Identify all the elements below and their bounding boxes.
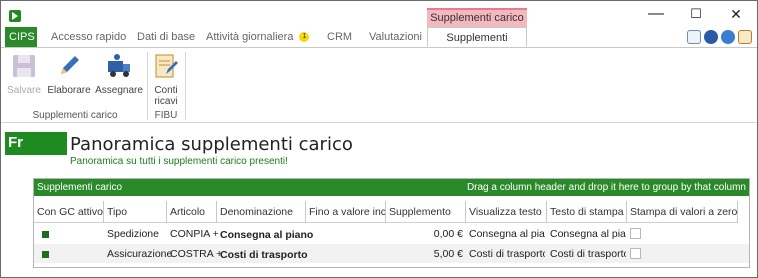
revenue-accounts-label-line1: Conti xyxy=(154,85,178,96)
ribbon-tabs: CIPS Accesso rapido Dati di base Attivit… xyxy=(1,27,757,64)
print-zero-checkbox[interactable] xyxy=(630,248,641,259)
tab-cips[interactable]: CIPS xyxy=(5,27,37,47)
save-button[interactable]: Salvare xyxy=(7,52,41,96)
cell-testo-di-stampa: Consegna al pian xyxy=(550,228,626,240)
page-subtitle: Panoramica su tutti i supplementi carico… xyxy=(70,156,288,167)
truck-person-icon xyxy=(108,54,130,77)
revenue-accounts-label-line2: ricavi xyxy=(154,96,178,107)
cell-visualizza-testo: Costi di trasporto xyxy=(469,248,545,260)
floppy-disk-icon xyxy=(13,55,35,77)
active-checkbox[interactable] xyxy=(42,251,49,258)
tab-label: Attività giornaliera xyxy=(206,31,294,43)
cell-supplemento: 0,00 € xyxy=(433,228,463,240)
cell-denominazione: Consegna al piano xyxy=(220,229,314,241)
module-logo: Fr xyxy=(5,132,67,154)
info-icon[interactable] xyxy=(738,30,752,44)
grid-title: Supplementi carico xyxy=(37,182,123,193)
grid-header-bar: Supplementi carico Drag a column header … xyxy=(34,179,749,196)
column-header-supplemento[interactable]: Supplemento xyxy=(386,201,466,223)
ribbon-group-separator xyxy=(185,52,186,120)
assign-button[interactable]: Assegnare xyxy=(95,52,143,96)
save-label: Salvare xyxy=(7,85,41,96)
tab-supplementi-carico[interactable]: Supplementi carico xyxy=(427,27,527,64)
maximize-button[interactable]: ☐ xyxy=(681,3,711,25)
app-icon xyxy=(9,10,21,22)
tab-crm[interactable]: CRM xyxy=(323,27,356,47)
edit-button[interactable]: Elaborare xyxy=(47,52,91,96)
page-title: Panoramica supplementi carico xyxy=(70,134,353,155)
cell-denominazione: Costi di trasporto xyxy=(220,249,308,261)
group-by-drop-area[interactable]: Drag a column header and drop it here to… xyxy=(467,179,746,196)
tab-attivita-giornaliera[interactable]: Attività giornaliera 1 xyxy=(202,27,313,47)
cell-articolo: CONPIA + xyxy=(170,228,219,240)
print-zero-checkbox[interactable] xyxy=(630,228,641,239)
minimize-button[interactable]: — xyxy=(641,3,671,25)
title-bar: Supplementi carico — ☐ ✕ xyxy=(1,1,757,28)
context-tab-group-label: Supplementi carico xyxy=(427,8,527,28)
cell-supplemento: 5,00 € xyxy=(433,248,463,260)
ledger-edit-icon xyxy=(155,54,178,78)
cell-tipo: Assicurazione xyxy=(107,248,173,260)
logo-underline xyxy=(5,154,67,155)
cell-tipo: Spedizione xyxy=(107,228,159,240)
active-checkbox[interactable] xyxy=(42,231,49,238)
users-icon[interactable] xyxy=(721,30,735,44)
close-button[interactable]: ✕ xyxy=(721,3,751,25)
column-header-testo-di-stampa[interactable]: Testo di stampa xyxy=(547,201,627,223)
cell-articolo: COSTRA + xyxy=(170,248,223,260)
surcharges-grid: Supplementi carico Drag a column header … xyxy=(33,178,750,268)
tab-accesso-rapido[interactable]: Accesso rapido xyxy=(47,27,130,47)
revenue-accounts-button[interactable]: Conti ricavi xyxy=(151,52,181,107)
ribbon: Salvare Elaborare Assegnare Supplementi … xyxy=(1,47,757,123)
cell-testo-di-stampa: Costi di trasporto xyxy=(550,248,626,260)
assign-label: Assegnare xyxy=(95,85,143,96)
tab-dati-di-base[interactable]: Dati di base xyxy=(133,27,199,47)
column-header-visualizza-testo[interactable]: Visualizza testo xyxy=(466,201,547,223)
mail-settings-icon[interactable] xyxy=(687,30,701,44)
minus-circle-icon[interactable] xyxy=(704,30,718,44)
column-header-denominazione[interactable]: Denominazione xyxy=(217,201,306,223)
column-header-fino-a-valore[interactable]: Fino a valore inc xyxy=(306,201,386,223)
ribbon-group-label-fibu: FIBU xyxy=(154,110,178,121)
ribbon-group-label: Supplementi carico xyxy=(32,110,118,121)
column-header-articolo[interactable]: Articolo xyxy=(167,201,217,223)
column-header-con-gc-attivo[interactable]: Con GC attivo xyxy=(34,201,104,223)
ribbon-group-separator xyxy=(147,52,148,120)
cell-visualizza-testo: Consegna al pian xyxy=(469,228,545,240)
column-header-stampa-valori-zero[interactable]: Stampa di valori a zero xyxy=(627,201,738,223)
application-window: Supplementi carico — ☐ ✕ CIPS Accesso ra… xyxy=(0,0,758,278)
pencil-icon xyxy=(61,56,79,74)
tab-valutazioni[interactable]: Valutazioni xyxy=(365,27,426,47)
edit-label: Elaborare xyxy=(47,85,91,96)
notification-badge: 1 xyxy=(299,32,310,43)
column-header-tipo[interactable]: Tipo xyxy=(104,201,167,223)
